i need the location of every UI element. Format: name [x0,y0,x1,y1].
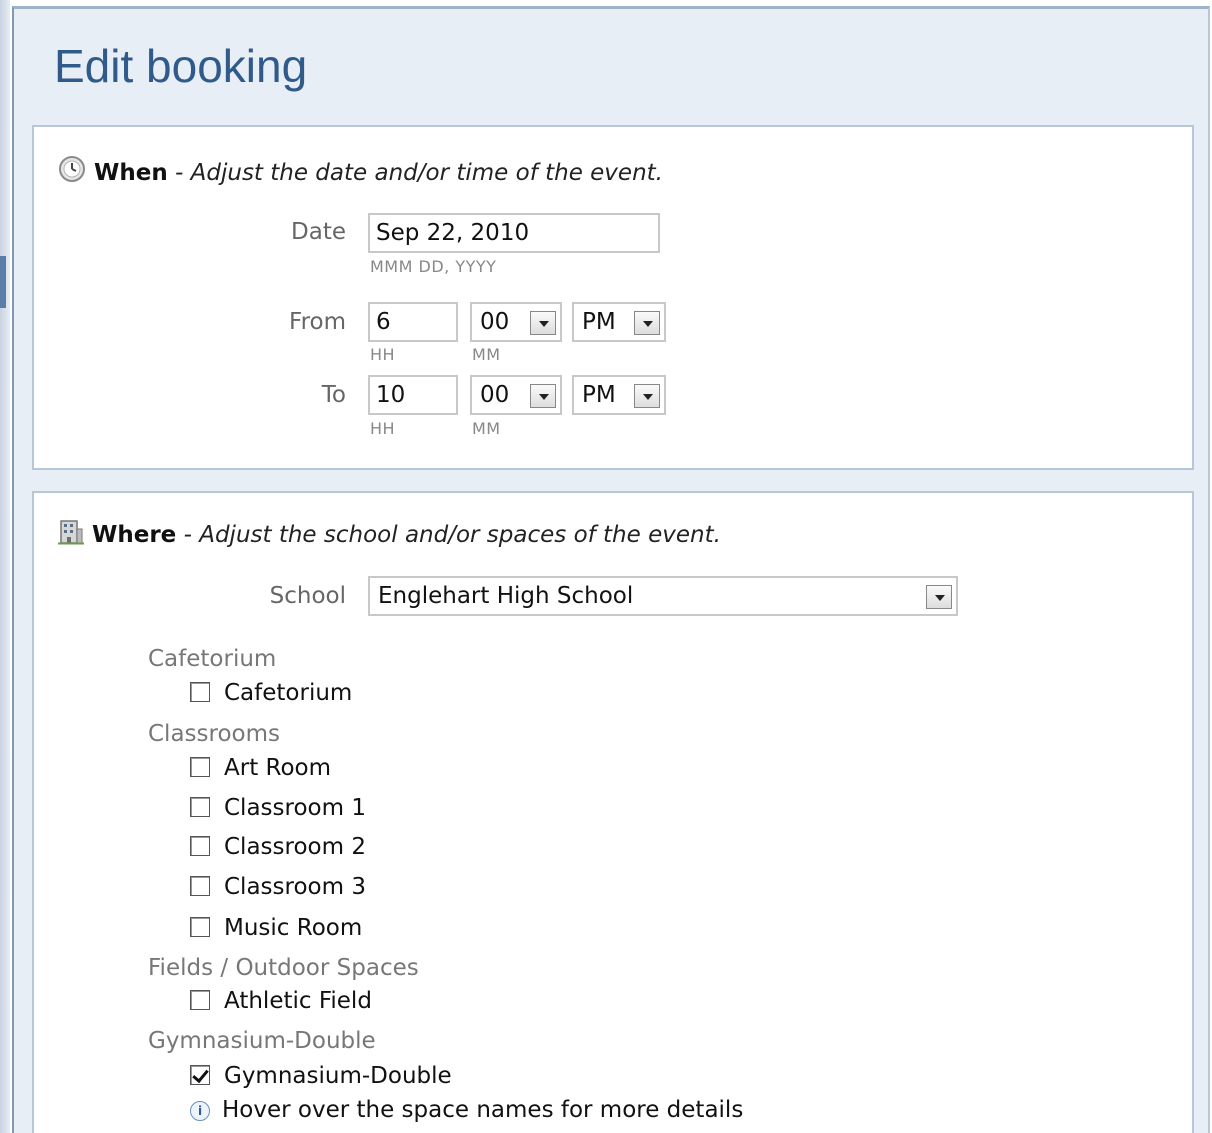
space-checkbox[interactable] [190,836,210,856]
space-label[interactable]: Classroom 3 [224,874,366,900]
where-heading-subtitle: - Adjust the school and/or spaces of the… [176,522,721,548]
where-panel: Where - Adjust the school and/or spaces … [32,491,1194,1133]
space-item[interactable]: Music Room [190,915,362,945]
when-heading-label: When [94,160,168,186]
space-label[interactable]: Music Room [224,915,362,941]
when-heading: When - Adjust the date and/or time of th… [58,155,663,189]
space-checkbox[interactable] [190,990,210,1010]
space-label[interactable]: Art Room [224,755,331,781]
space-group-label: Cafetorium [148,646,277,672]
to-hour-input[interactable]: 10 [368,375,458,415]
space-checkbox[interactable] [190,917,210,937]
space-item[interactable]: Cafetorium [190,680,352,710]
space-checkbox-checked[interactable] [190,1065,210,1085]
chevron-down-icon[interactable] [530,311,556,335]
when-heading-subtitle: - Adjust the date and/or time of the eve… [167,160,663,186]
from-minute-value: 00 [480,309,510,335]
space-item[interactable]: Classroom 3 [190,874,366,904]
to-minute-hint: MM [472,419,501,438]
space-label[interactable]: Classroom 2 [224,834,366,860]
to-hour-hint: HH [370,419,396,438]
chevron-down-icon[interactable] [634,311,660,335]
space-label[interactable]: Cafetorium [224,680,352,706]
from-ampm-value: PM [582,309,616,335]
space-checkbox[interactable] [190,876,210,896]
space-label[interactable]: Athletic Field [224,988,372,1014]
from-minute-hint: MM [472,345,501,364]
school-value: Englehart High School [378,583,634,609]
space-group-label: Classrooms [148,721,280,747]
space-label[interactable]: Gymnasium-Double [224,1063,452,1089]
school-label: School [269,583,346,609]
from-minute-select[interactable]: 00 [470,302,562,342]
left-edge [0,0,10,1133]
where-heading-label: Where [92,522,177,548]
from-ampm-select[interactable]: PM [572,302,666,342]
from-hour-input[interactable]: 6 [368,302,458,342]
space-checkbox[interactable] [190,757,210,777]
edit-booking-dialog: Edit booking When - Adjust the date and/… [12,6,1210,1133]
clock-icon [58,155,86,189]
space-checkbox[interactable] [190,682,210,702]
space-group-label: Fields / Outdoor Spaces [148,955,419,981]
space-label[interactable]: Classroom 1 [224,795,366,821]
chevron-down-icon[interactable] [530,384,556,408]
to-ampm-select[interactable]: PM [572,375,666,415]
space-item[interactable]: Athletic Field [190,988,372,1018]
info-icon: i [190,1101,210,1121]
hover-hint-text: Hover over the space names for more deta… [222,1097,744,1123]
space-item[interactable]: Art Room [190,755,331,785]
hover-hint: i Hover over the space names for more det… [190,1097,743,1123]
space-item[interactable]: Classroom 2 [190,834,366,864]
from-hour-hint: HH [370,345,396,364]
date-label: Date [291,219,346,245]
space-item[interactable]: Gymnasium-Double [190,1063,452,1093]
space-group-label: Gymnasium-Double [148,1028,376,1054]
date-input[interactable]: Sep 22, 2010 [368,213,660,253]
to-ampm-value: PM [582,382,616,408]
to-minute-select[interactable]: 00 [470,375,562,415]
space-item[interactable]: Classroom 1 [190,795,366,825]
page-title: Edit booking [54,40,308,92]
to-minute-value: 00 [480,382,510,408]
where-heading: Where - Adjust the school and/or spaces … [58,517,721,551]
to-label: To [321,382,346,408]
space-checkbox[interactable] [190,797,210,817]
from-label: From [289,309,346,335]
when-panel: When - Adjust the date and/or time of th… [32,125,1194,470]
chevron-down-icon[interactable] [634,384,660,408]
date-format-hint: MMM DD, YYYY [370,257,497,276]
school-select[interactable]: Englehart High School [368,576,958,616]
building-icon [58,517,84,551]
chevron-down-icon[interactable] [926,585,952,609]
left-edge-accent [0,256,6,308]
